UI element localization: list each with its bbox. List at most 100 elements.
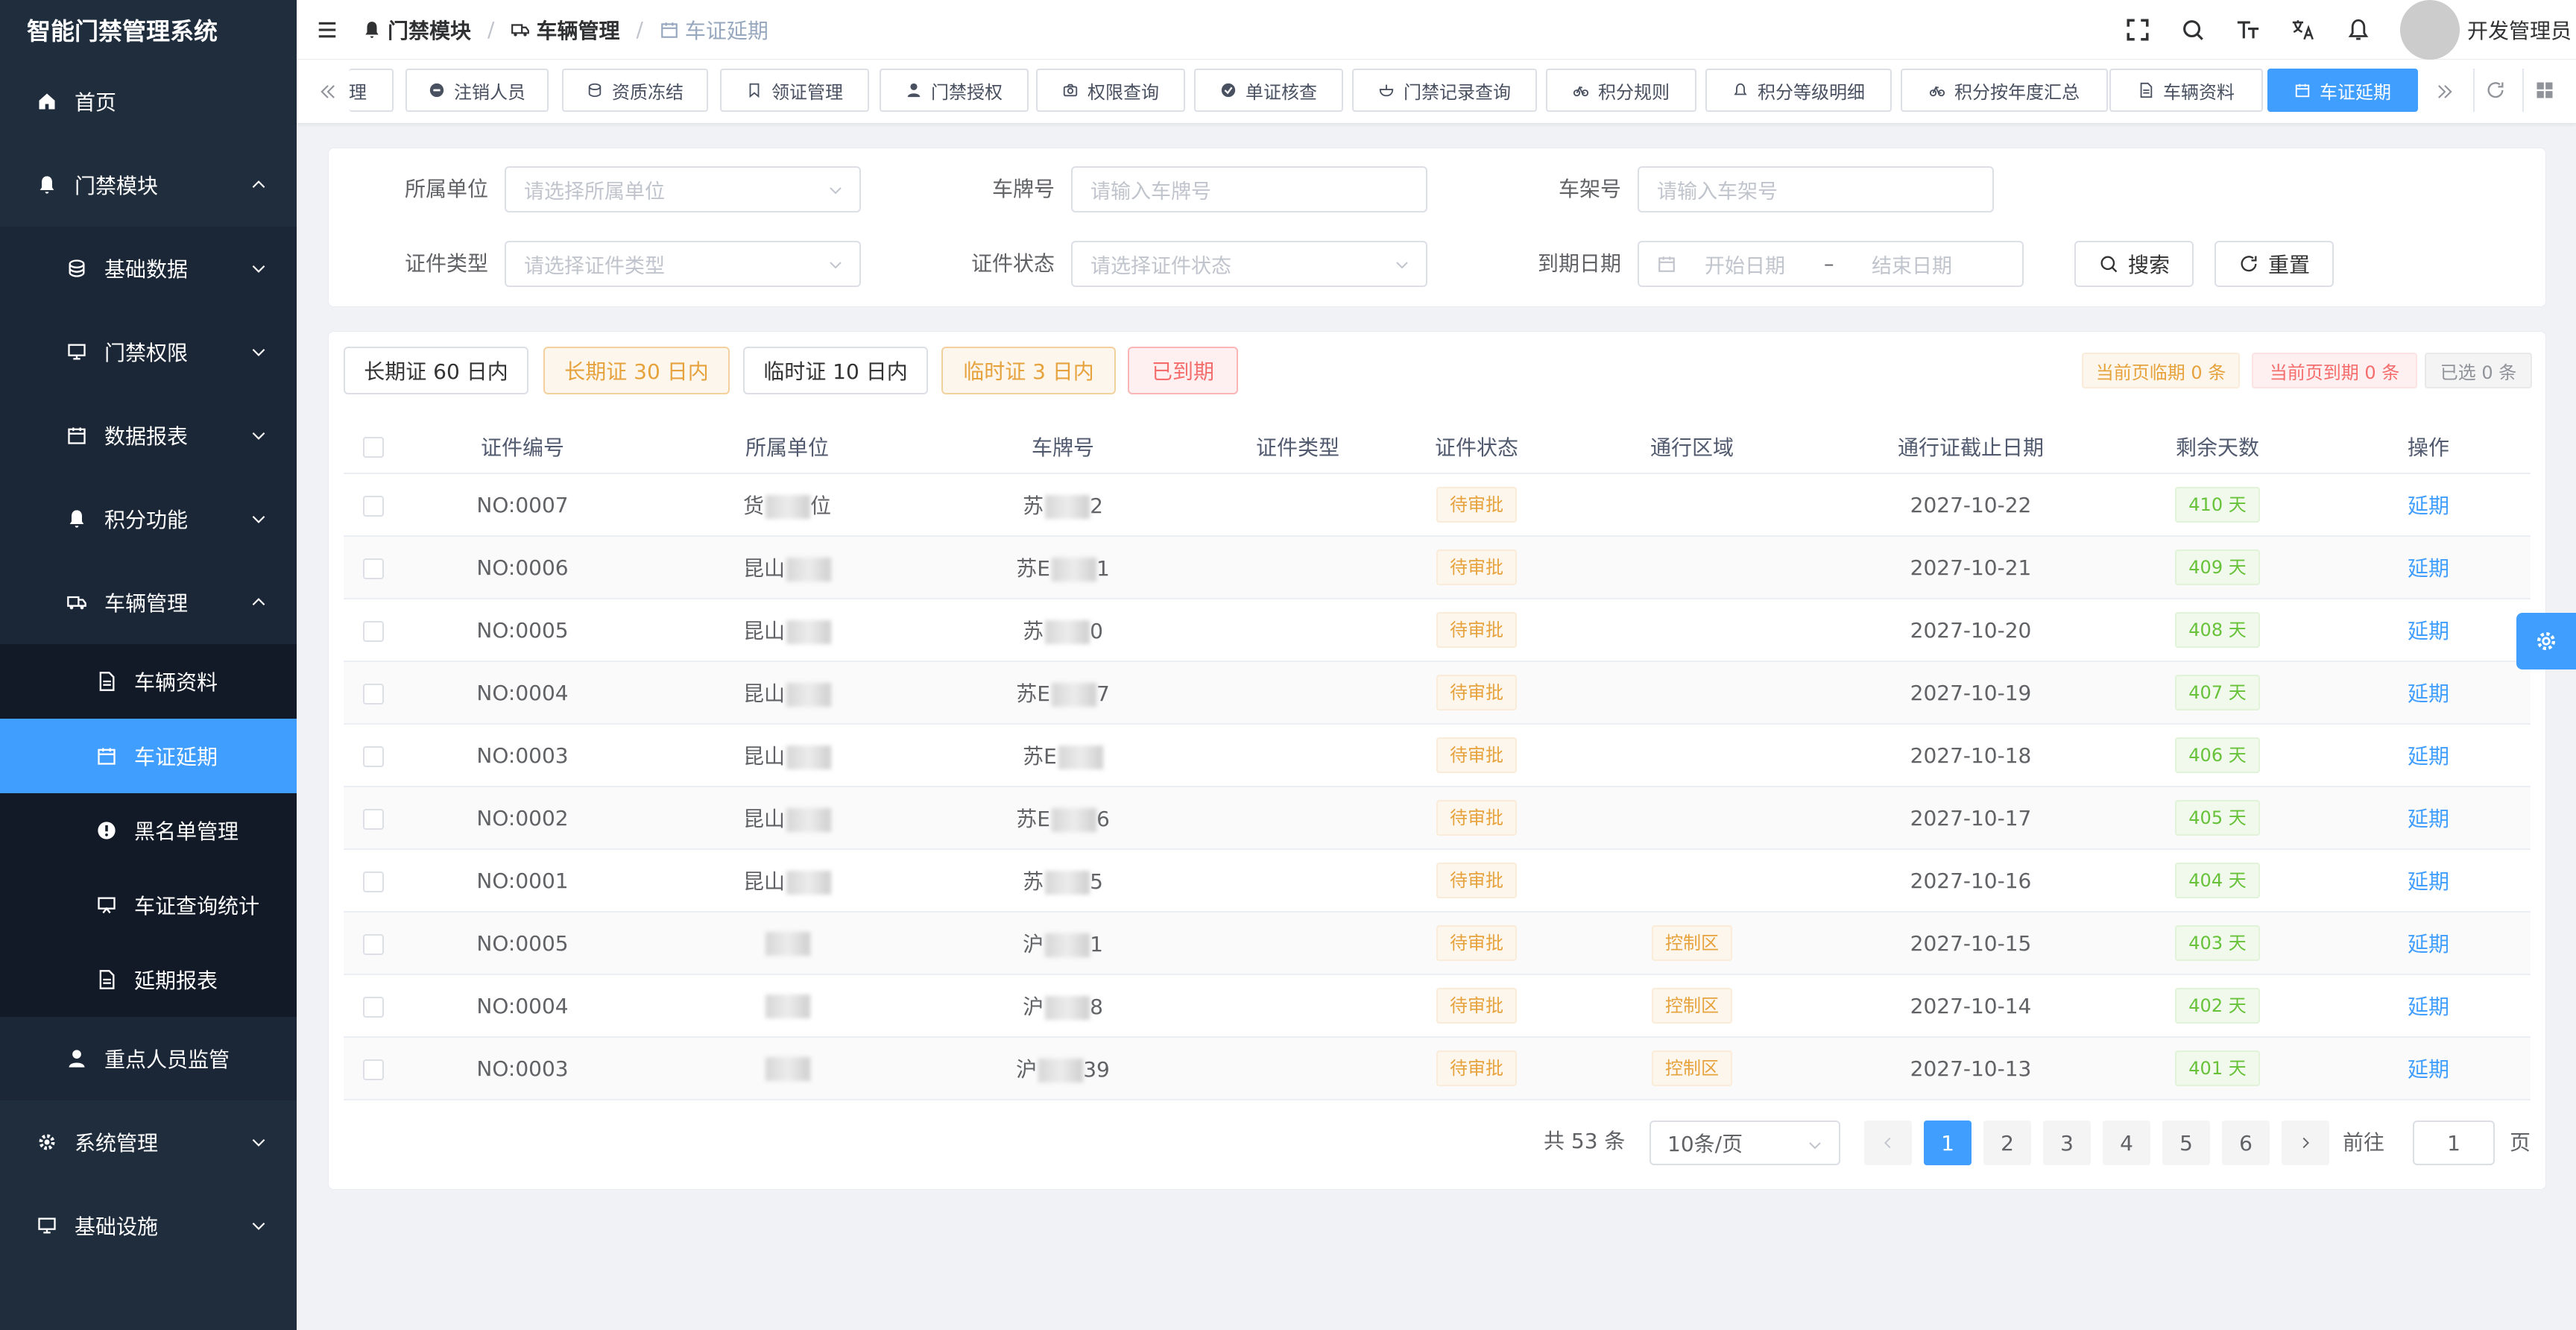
extend-link[interactable]: 延期	[2408, 995, 2449, 1019]
unit-cell	[642, 1037, 932, 1100]
row-checkbox[interactable]	[344, 724, 403, 787]
goto-page-input[interactable]: 1	[2413, 1121, 2495, 1165]
avatar[interactable]	[2399, 0, 2460, 60]
search-icon[interactable]	[2179, 16, 2206, 43]
frame-input[interactable]: 请输入车架号	[1638, 166, 1994, 212]
translate-icon[interactable]	[2290, 16, 2317, 43]
sidebar-item-infrastructure[interactable]: 基础设施	[0, 1184, 297, 1267]
row-checkbox[interactable]	[344, 849, 403, 913]
page-button[interactable]: 4	[2103, 1121, 2150, 1165]
extend-link[interactable]: 延期	[2408, 932, 2449, 956]
cert-number-cell: NO:0001	[403, 849, 642, 913]
sidebar-item-blacklist[interactable]: 黑名单管理	[0, 793, 297, 868]
row-checkbox[interactable]	[344, 536, 403, 599]
tag-cert-extension[interactable]: 车证延期	[2267, 69, 2418, 112]
page-button[interactable]: 5	[2162, 1121, 2210, 1165]
reset-button[interactable]: 重置	[2214, 241, 2334, 287]
breadcrumb-item[interactable]: 门禁模块	[362, 15, 471, 45]
scroll-right-icon[interactable]	[2430, 73, 2460, 110]
extend-link[interactable]: 延期	[2408, 494, 2449, 518]
sidebar-item-label: 门禁模块	[75, 174, 159, 198]
tag-access-record-query[interactable]: 门禁记录查询	[1352, 69, 1537, 112]
bell-icon	[66, 508, 88, 530]
sidebar-item-vehicle-mgmt[interactable]: 车辆管理	[0, 561, 297, 644]
row-checkbox[interactable]	[344, 661, 403, 725]
goto-label: 前往	[2343, 1130, 2385, 1155]
prev-page-button[interactable]	[1864, 1121, 1912, 1165]
tag-points-rules[interactable]: 积分规则	[1546, 69, 1696, 112]
filter-temp-3-button[interactable]: 临时证 3 日内	[941, 347, 1116, 394]
row-checkbox[interactable]	[344, 1037, 403, 1100]
filter-long-60-button[interactable]: 长期证 60 日内	[344, 347, 528, 394]
page-button[interactable]: 2	[1983, 1121, 2031, 1165]
tag-qualification-freeze[interactable]: 资质冻结	[562, 69, 708, 112]
username[interactable]: 开发管理员	[2467, 15, 2572, 45]
grid-icon[interactable]	[2522, 69, 2566, 112]
filter-temp-10-button[interactable]: 临时证 10 日内	[743, 347, 928, 394]
select-all-checkbox[interactable]	[344, 420, 403, 474]
notification-bell-icon[interactable]	[2345, 16, 2372, 43]
cert-status-cell: 待审批	[1402, 787, 1551, 850]
row-checkbox[interactable]	[344, 599, 403, 662]
sidebar-item-data-report[interactable]: 数据报表	[0, 394, 297, 477]
extend-link[interactable]: 延期	[2408, 556, 2449, 581]
row-checkbox[interactable]	[344, 787, 403, 850]
tag-points-annual-summary[interactable]: 积分按年度汇总	[1901, 69, 2108, 112]
cert-type-select[interactable]: 请选择证件类型	[505, 241, 861, 287]
extend-link[interactable]: 延期	[2408, 1057, 2449, 1082]
tag-access-authorization[interactable]: 门禁授权	[880, 69, 1029, 112]
fullscreen-icon[interactable]	[2124, 16, 2151, 43]
font-size-icon[interactable]	[2235, 16, 2261, 43]
sidebar-item-extension-report[interactable]: 延期报表	[0, 942, 297, 1017]
unit-cell: 昆山	[642, 661, 932, 725]
sidebar-item-key-person[interactable]: 重点人员监管	[0, 1017, 297, 1100]
tag-points-level-detail[interactable]: 积分等级明细	[1705, 69, 1892, 112]
extend-link[interactable]: 延期	[2408, 744, 2449, 769]
tag-cert-verification[interactable]: 单证核查	[1194, 69, 1343, 112]
row-checkbox[interactable]	[344, 974, 403, 1038]
filter-expired-button[interactable]: 已到期	[1128, 347, 1238, 394]
next-page-button[interactable]	[2282, 1121, 2329, 1165]
scroll-left-icon[interactable]	[313, 73, 343, 110]
sidebar-item-home[interactable]: 首页	[0, 60, 297, 143]
filter-long-30-button[interactable]: 长期证 30 日内	[543, 347, 730, 394]
unit-select[interactable]: 请选择所属单位	[505, 166, 861, 212]
remaining-days-cell: 404 天	[2109, 849, 2326, 913]
row-checkbox[interactable]	[344, 473, 403, 537]
extend-link[interactable]: 延期	[2408, 869, 2449, 894]
hamburger-icon[interactable]	[316, 19, 338, 41]
tag-cert-collection[interactable]: 领证管理	[720, 69, 869, 112]
action-cell: 延期	[2326, 849, 2531, 913]
sidebar-item-cert-extension[interactable]: 车证延期	[0, 719, 297, 793]
monitor-icon	[36, 1214, 58, 1237]
sidebar-item-access-module[interactable]: 门禁模块	[0, 143, 297, 227]
sidebar-item-cert-query-stats[interactable]: 车证查询统计	[0, 868, 297, 942]
page-button[interactable]: 6	[2222, 1121, 2270, 1165]
extend-link[interactable]: 延期	[2408, 619, 2449, 643]
tag-vehicle-info[interactable]: 车辆资料	[2109, 69, 2263, 112]
start-date-input[interactable]: 开始日期	[1705, 250, 1824, 279]
tag-permission-query[interactable]: 权限查询	[1036, 69, 1185, 112]
sidebar-item-access-permission[interactable]: 门禁权限	[0, 310, 297, 394]
sidebar-item-system-mgmt[interactable]: 系统管理	[0, 1100, 297, 1184]
extend-link[interactable]: 延期	[2408, 807, 2449, 831]
end-date-input[interactable]: 结束日期	[1872, 250, 1952, 279]
sidebar-item-vehicle-info[interactable]: 车辆资料	[0, 644, 297, 719]
row-checkbox[interactable]	[344, 912, 403, 975]
search-button[interactable]: 搜索	[2074, 241, 2194, 287]
tag-cancelled-personnel[interactable]: 注销人员	[405, 69, 549, 112]
extend-link[interactable]: 延期	[2408, 681, 2449, 706]
page-button[interactable]: 3	[2043, 1121, 2091, 1165]
tag-truncated[interactable]: 理	[349, 69, 394, 112]
breadcrumb-item[interactable]: 车辆管理	[511, 15, 619, 45]
page-size-select[interactable]: 10条/页	[1650, 1121, 1840, 1165]
settings-gear-icon[interactable]	[2516, 613, 2576, 669]
page-button[interactable]: 1	[1924, 1121, 1972, 1165]
cert-status-select[interactable]: 请选择证件状态	[1071, 241, 1427, 287]
bowl-icon	[1379, 84, 1394, 97]
sidebar-item-basic-data[interactable]: 基础数据	[0, 227, 297, 310]
sidebar-item-points[interactable]: 积分功能	[0, 477, 297, 561]
expire-date-range[interactable]: 开始日期 – 结束日期	[1638, 241, 2024, 287]
plate-input[interactable]: 请输入车牌号	[1071, 166, 1427, 212]
refresh-icon[interactable]	[2473, 69, 2516, 112]
